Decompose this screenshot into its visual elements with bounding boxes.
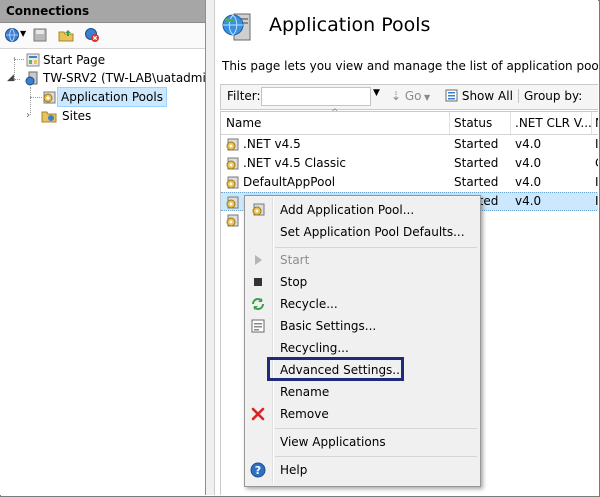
tree-item-sites[interactable]: › Sites — [0, 107, 205, 125]
cell-mode: I — [595, 137, 598, 151]
recycle-icon — [252, 298, 264, 310]
sort-ascending-icon: ^ — [331, 108, 339, 118]
connections-header: Connections — [0, 0, 205, 23]
filter-bar: Filter: ▼ ⇣ Go ▼ Show All Group by: — [220, 84, 598, 110]
menu-item-label: View Applications — [280, 435, 386, 449]
page-title: Application Pools — [269, 14, 431, 36]
menu-item-label: Set Application Pool Defaults... — [280, 225, 465, 239]
page-description: This page lets you view and manage the l… — [222, 59, 598, 73]
collapse-arrow-icon[interactable]: ◢ — [7, 69, 14, 87]
cell-status: Started — [454, 175, 499, 189]
connections-toolbar: ▼ — [0, 23, 205, 49]
menu-item-label: Remove — [280, 407, 329, 421]
tree-item-application-pools[interactable]: Application Pools — [0, 87, 205, 107]
tree-item-start-page[interactable]: Start Page — [0, 51, 205, 69]
column-header-clr[interactable]: .NET CLR V... — [515, 116, 592, 130]
go-label: Go — [404, 89, 422, 103]
show-all-button[interactable]: Show All — [445, 89, 513, 103]
menu-item-label: Basic Settings... — [280, 319, 377, 333]
menu-item-label: Rename — [280, 385, 330, 399]
add-application-pool-icon — [252, 203, 265, 216]
svg-text:?: ? — [255, 464, 261, 477]
menu-item-rename[interactable]: Rename — [245, 381, 480, 403]
annotation-highlight-box — [267, 357, 404, 381]
cell-mode: I — [595, 175, 598, 189]
remove-icon — [251, 407, 265, 421]
column-header-mode[interactable]: M — [595, 116, 598, 130]
menu-item-label: Recycle... — [280, 297, 338, 311]
cell-clr: v4.0 — [515, 175, 542, 189]
menu-item-label: Add Application Pool... — [280, 203, 415, 217]
table-row[interactable]: .NET v4.5 Classic Started v4.0 C — [221, 154, 598, 173]
up-folder-icon[interactable] — [58, 27, 74, 43]
app-pool-icon — [226, 176, 239, 189]
disconnect-icon[interactable] — [84, 27, 100, 43]
start-page-icon — [26, 53, 40, 67]
menu-item-basic-settings[interactable]: Basic Settings... — [245, 315, 480, 337]
stop-icon — [254, 278, 262, 286]
basic-settings-icon — [251, 319, 265, 333]
menu-item-add-application-pool[interactable]: Add Application Pool... — [245, 199, 480, 221]
cell-name: .NET v4.5 Classic — [243, 156, 347, 170]
menu-item-help[interactable]: ? Help — [245, 459, 480, 481]
menu-item-label: Start — [280, 253, 310, 267]
menu-item-label: Recycling... — [280, 341, 349, 355]
app-pool-icon — [226, 214, 239, 227]
expand-arrow-icon[interactable]: › — [26, 107, 30, 125]
connect-dropdown-arrow-icon[interactable]: ▼ — [20, 29, 26, 38]
sites-icon — [41, 111, 57, 123]
cell-mode: I — [595, 194, 598, 208]
cell-clr: v4.0 — [515, 156, 542, 170]
connections-pane: Connections ▼ Start Page ◢ TW-SRV2 (TW-L… — [0, 0, 213, 495]
connect-globe-icon[interactable] — [4, 27, 20, 43]
filter-input[interactable] — [261, 87, 371, 106]
menu-item-set-defaults[interactable]: Set Application Pool Defaults... — [245, 221, 480, 243]
app-pool-icon — [226, 196, 239, 209]
menu-item-recycling[interactable]: Recycling... — [245, 337, 480, 359]
save-icon[interactable] — [32, 27, 48, 43]
go-button[interactable]: ⇣ Go ▼ — [391, 89, 430, 103]
menu-item-label: Help — [280, 463, 308, 477]
group-by-button[interactable]: Group by: — [518, 89, 582, 103]
cell-status: Started — [454, 137, 499, 151]
application-pools-icon — [43, 91, 56, 104]
table-header: Name ^ Status .NET CLR V... M — [221, 108, 598, 135]
server-icon — [25, 71, 38, 86]
column-header-status[interactable]: Status — [454, 116, 492, 130]
tree-item-server[interactable]: ◢ TW-SRV2 (TW-LAB\uatadmin — [0, 69, 213, 87]
go-dropdown-icon[interactable]: ▼ — [422, 93, 430, 102]
show-all-label: Show All — [461, 89, 513, 103]
table-row[interactable]: DefaultAppPool Started v4.0 I — [221, 173, 598, 192]
cell-name: .NET v4.5 — [243, 137, 301, 151]
table-row[interactable]: .NET v4.5 Started v4.0 I — [221, 135, 598, 154]
pane-splitter[interactable] — [206, 0, 215, 495]
cell-status: Started — [454, 156, 499, 170]
tree-item-label: TW-SRV2 (TW-LAB\uatadmin — [43, 71, 214, 85]
help-icon: ? — [250, 462, 266, 478]
cell-mode: C — [595, 154, 598, 173]
show-all-icon — [445, 89, 458, 102]
cell-clr: v4.0 — [515, 194, 542, 208]
app-pool-icon — [226, 138, 239, 151]
filter-dropdown-icon[interactable]: ▼ — [373, 88, 380, 98]
context-menu: Add Application Pool... Set Application … — [244, 195, 481, 487]
go-icon: ⇣ — [391, 89, 405, 103]
tree-item-label: Sites — [62, 109, 92, 123]
menu-item-label: Stop — [280, 275, 308, 289]
menu-item-start: Start — [245, 249, 480, 271]
tree-item-label: Start Page — [43, 53, 106, 67]
tree-item-label: Application Pools — [57, 87, 167, 107]
filter-label: Filter: — [227, 89, 261, 103]
menu-item-view-applications[interactable]: View Applications — [245, 431, 480, 453]
app-pool-icon — [226, 157, 239, 170]
cell-name: DefaultAppPool — [243, 175, 336, 189]
menu-item-recycle[interactable]: Recycle... — [245, 293, 480, 315]
menu-item-stop[interactable]: Stop — [245, 271, 480, 293]
menu-item-remove[interactable]: Remove — [245, 403, 480, 425]
cell-clr: v4.0 — [515, 137, 542, 151]
column-header-name[interactable]: Name — [226, 116, 261, 130]
start-icon — [255, 255, 262, 265]
application-pools-header-icon — [222, 13, 251, 41]
